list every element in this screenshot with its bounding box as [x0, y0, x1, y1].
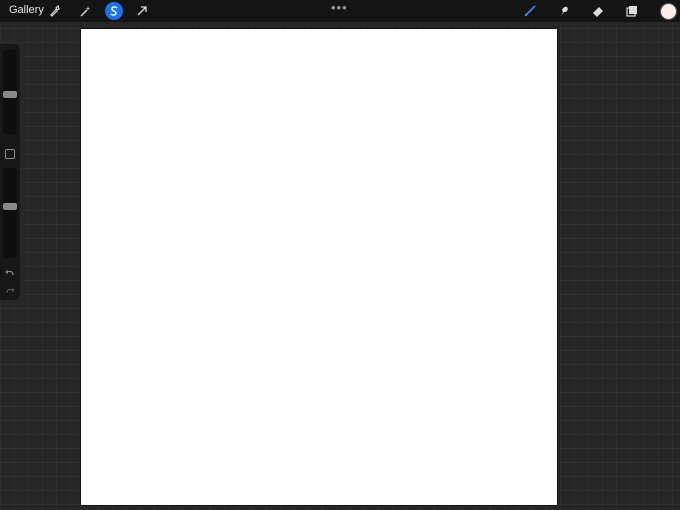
actions-wrench-icon[interactable]: [46, 2, 64, 20]
redo-arrow-icon[interactable]: [4, 284, 16, 296]
opacity-slider[interactable]: [3, 168, 17, 258]
current-color-swatch[interactable]: [660, 3, 677, 20]
layers-icon[interactable]: [623, 2, 641, 20]
opacity-thumb[interactable]: [3, 203, 17, 210]
eraser-icon[interactable]: [589, 2, 607, 20]
transform-arrow-icon[interactable]: [133, 2, 151, 20]
drawing-canvas[interactable]: [80, 28, 558, 506]
gallery-button[interactable]: Gallery: [9, 4, 44, 16]
brush-sidebar: [0, 44, 20, 300]
selection-s-icon[interactable]: [105, 2, 123, 20]
modify-button[interactable]: [5, 149, 15, 159]
top-toolbar: Gallery •••: [0, 0, 680, 22]
brush-icon[interactable]: [521, 2, 539, 20]
undo-arrow-icon[interactable]: [4, 266, 16, 278]
brush-size-thumb[interactable]: [3, 91, 17, 98]
adjustments-wand-icon[interactable]: [76, 2, 94, 20]
brush-size-slider[interactable]: [3, 50, 17, 134]
more-options-icon[interactable]: •••: [331, 0, 348, 15]
smudge-icon[interactable]: [555, 2, 573, 20]
